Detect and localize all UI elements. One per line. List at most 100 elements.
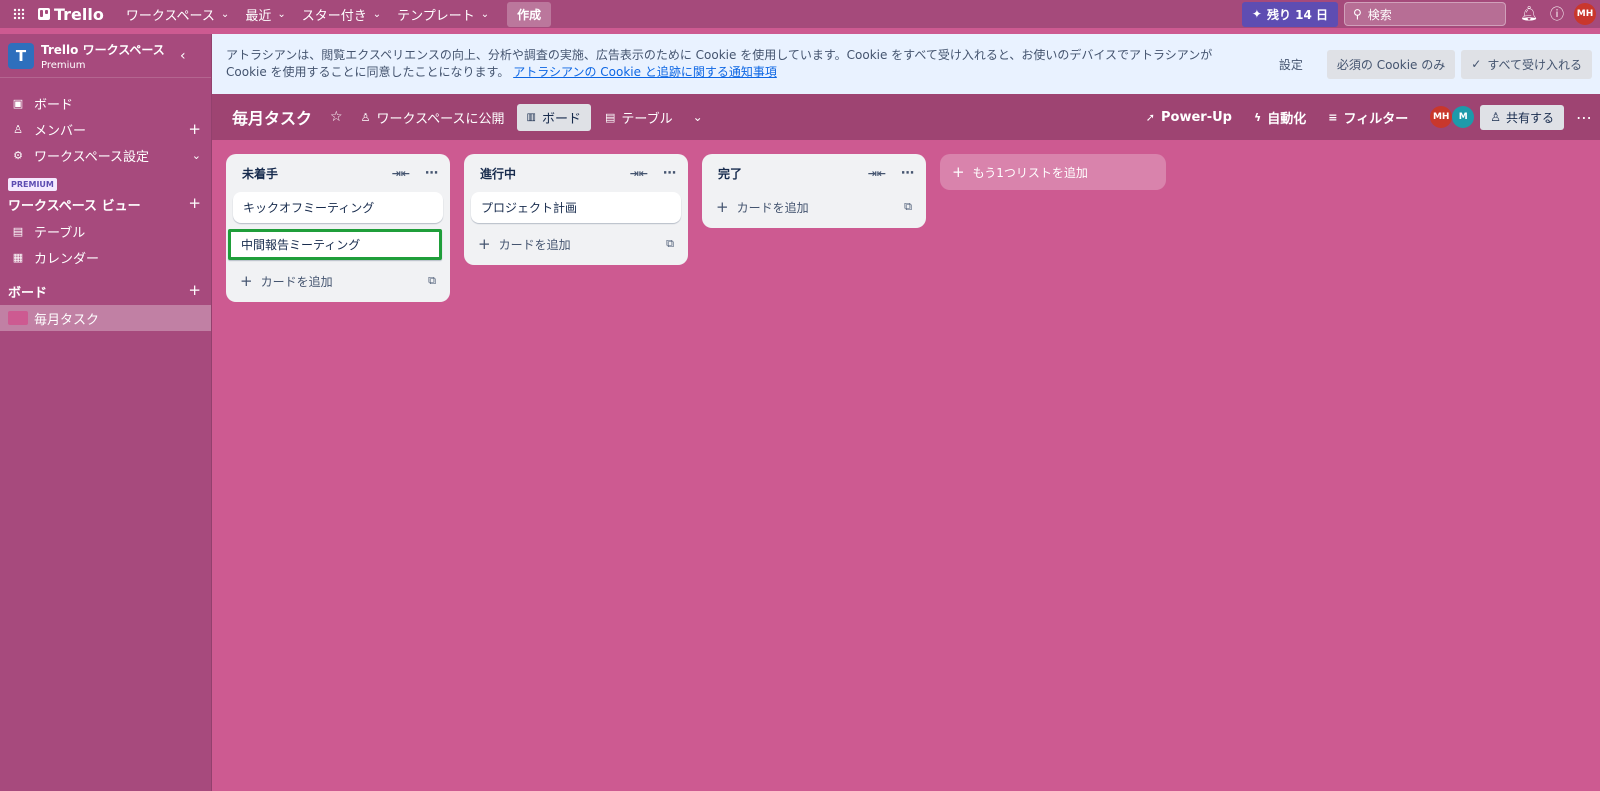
workspace-views-heading: ワークスペース ビュー	[8, 199, 141, 214]
person-add-icon: ♙	[1490, 110, 1501, 124]
cookie-settings-button[interactable]: 設定	[1279, 56, 1303, 73]
list-title[interactable]: 完了	[718, 165, 742, 182]
star-icon[interactable]: ☆	[330, 109, 343, 125]
list-header[interactable]: 完了 ⇥⇤ ⋯	[702, 154, 926, 192]
trello-logo[interactable]: Trello	[38, 5, 104, 24]
trial-button[interactable]: ✦ 残り 14 日	[1241, 1, 1338, 27]
create-button[interactable]: 作成	[507, 1, 552, 27]
workspace-name[interactable]: Trello ワークスペース	[41, 41, 165, 58]
template-icon[interactable]: ⧉	[904, 200, 912, 214]
sidebar-item-label: テーブル	[34, 225, 86, 241]
list-in-progress: 進行中 ⇥⇤ ⋯ プロジェクト計画 + カードを追加 ⧉	[464, 154, 688, 265]
add-board-icon[interactable]: +	[188, 281, 201, 299]
card-title: 中間報告ミーティング	[241, 238, 361, 252]
add-view-icon[interactable]: +	[188, 194, 201, 212]
more-options-icon[interactable]: ⋯	[1576, 108, 1592, 127]
chevron-down-icon[interactable]: ⌄	[693, 110, 703, 124]
menu-workspaces-label: ワークスペース	[125, 8, 215, 24]
account-menu[interactable]: MH	[1572, 1, 1598, 27]
tab-table-label: テーブル	[621, 111, 673, 127]
add-card-button[interactable]: + カードを追加 ⧉	[226, 266, 450, 296]
search-input[interactable]: ⚲ 検索	[1344, 2, 1506, 26]
list-title[interactable]: 未着手	[242, 165, 278, 182]
menu-workspaces[interactable]: ワークスペース ⌄	[118, 0, 237, 28]
table-icon: ▤	[604, 110, 616, 124]
board-view-icon: ▥	[526, 111, 536, 123]
board-title[interactable]: 毎月タスク	[232, 105, 312, 129]
workspace-logo[interactable]: T	[8, 42, 34, 69]
sidebar-item-workspace-settings[interactable]: ⚙ ワークスペース設定 ⌄	[0, 142, 211, 168]
list-header[interactable]: 進行中 ⇥⇤ ⋯	[464, 154, 688, 192]
sidebar-item-table[interactable]: ▤ テーブル	[0, 218, 211, 244]
sidebar-board-item[interactable]: 毎月タスク	[0, 305, 211, 331]
lightning-icon: ϟ	[1253, 110, 1262, 124]
sidebar-board-label: 毎月タスク	[34, 312, 100, 328]
powerup-button[interactable]: ➚ Power-Up	[1146, 110, 1232, 125]
card[interactable]: プロジェクト計画	[471, 192, 681, 223]
share-button[interactable]: ♙ 共有する	[1480, 104, 1564, 130]
visibility-label: ワークスペースに公開	[376, 111, 505, 127]
people-icon: ♙	[360, 110, 371, 124]
app-switcher-icon[interactable]	[8, 3, 30, 25]
tab-board-label: ボード	[541, 111, 581, 127]
add-card-label: カードを追加	[498, 237, 571, 252]
template-icon[interactable]: ⧉	[666, 237, 674, 251]
avatar[interactable]: M	[1452, 106, 1475, 128]
collapse-list-icon[interactable]: ⇥⇤	[630, 167, 648, 180]
cookie-banner: アトラシアンは、閲覧エクスペリエンスの向上、分析や調査の実施、広告表示のために …	[212, 34, 1600, 94]
premium-badge: PREMIUM	[8, 178, 57, 191]
board-members[interactable]: MH M	[1430, 106, 1475, 128]
cookie-policy-link[interactable]: アトラシアンの Cookie と追跡に関する通知事項	[513, 65, 777, 79]
chevron-down-icon[interactable]: ⌄	[192, 149, 201, 162]
help-icon[interactable]: ⓘ	[1544, 1, 1570, 27]
add-card-button[interactable]: + カードを追加 ⧉	[464, 229, 688, 259]
workspace-plan: Premium	[41, 59, 86, 71]
menu-starred[interactable]: スター付き ⌄	[294, 0, 389, 28]
calendar-icon: ▦	[12, 250, 24, 264]
necessary-cookies-button[interactable]: 必須の Cookie のみ	[1326, 49, 1456, 79]
template-icon[interactable]: ⧉	[428, 274, 436, 288]
collapse-list-icon[interactable]: ⇥⇤	[868, 167, 886, 180]
chevron-down-icon: ⌄	[220, 8, 230, 20]
list-header[interactable]: 未着手 ⇥⇤ ⋯	[226, 154, 450, 192]
avatar[interactable]: MH	[1430, 106, 1453, 128]
board-icon: ▣	[12, 96, 24, 110]
list-menu-icon[interactable]: ⋯	[901, 166, 914, 181]
trial-label: 残り 14 日	[1266, 7, 1328, 22]
board-thumbnail	[8, 311, 28, 325]
card-title: プロジェクト計画	[481, 201, 578, 215]
add-list-button[interactable]: + もう1つリストを追加	[940, 154, 1166, 190]
plus-icon: +	[952, 163, 965, 181]
menu-recent[interactable]: 最近 ⌄	[237, 0, 293, 28]
list-menu-icon[interactable]: ⋯	[425, 166, 438, 181]
card-selected[interactable]: 中間報告ミーティング	[228, 229, 442, 260]
visibility-button[interactable]: ♙ ワークスペースに公開	[361, 108, 505, 127]
collapse-sidebar-icon[interactable]: ‹	[180, 48, 186, 64]
sidebar-item-boards[interactable]: ▣ ボード	[0, 90, 211, 116]
card[interactable]: キックオフミーティング	[233, 192, 443, 223]
tab-table-view[interactable]: ▤ テーブル	[605, 108, 673, 127]
list-menu-icon[interactable]: ⋯	[663, 166, 676, 181]
list-title[interactable]: 進行中	[480, 165, 516, 182]
accept-all-cookies-button[interactable]: ✓ すべて受け入れる	[1461, 49, 1592, 79]
menu-starred-label: スター付き	[301, 8, 367, 24]
add-member-icon[interactable]: +	[188, 120, 201, 138]
sidebar-item-calendar[interactable]: ▦ カレンダー	[0, 244, 211, 270]
chevron-down-icon: ⌄	[480, 8, 490, 20]
search-icon: ⚲	[1353, 7, 1362, 21]
list-done: 完了 ⇥⇤ ⋯ + カードを追加 ⧉	[702, 154, 926, 228]
plus-icon: +	[478, 235, 491, 253]
collapse-list-icon[interactable]: ⇥⇤	[392, 167, 410, 180]
automation-label: 自動化	[1267, 111, 1307, 127]
tab-board-view[interactable]: ▥ ボード	[516, 103, 591, 131]
share-label: 共有する	[1505, 110, 1554, 125]
menu-templates[interactable]: テンプレート ⌄	[389, 0, 497, 28]
notifications-icon[interactable]: 🔔︎	[1516, 1, 1542, 27]
automation-button[interactable]: ϟ 自動化	[1254, 108, 1306, 127]
sidebar-item-members[interactable]: ♙ メンバー +	[0, 116, 211, 142]
rocket-icon: ➚	[1145, 110, 1155, 124]
boards-heading: ボード	[8, 286, 48, 301]
filter-button[interactable]: ≡ フィルター	[1328, 108, 1408, 127]
add-card-button[interactable]: + カードを追加 ⧉	[702, 192, 926, 222]
check-icon: ✓	[1471, 57, 1482, 71]
